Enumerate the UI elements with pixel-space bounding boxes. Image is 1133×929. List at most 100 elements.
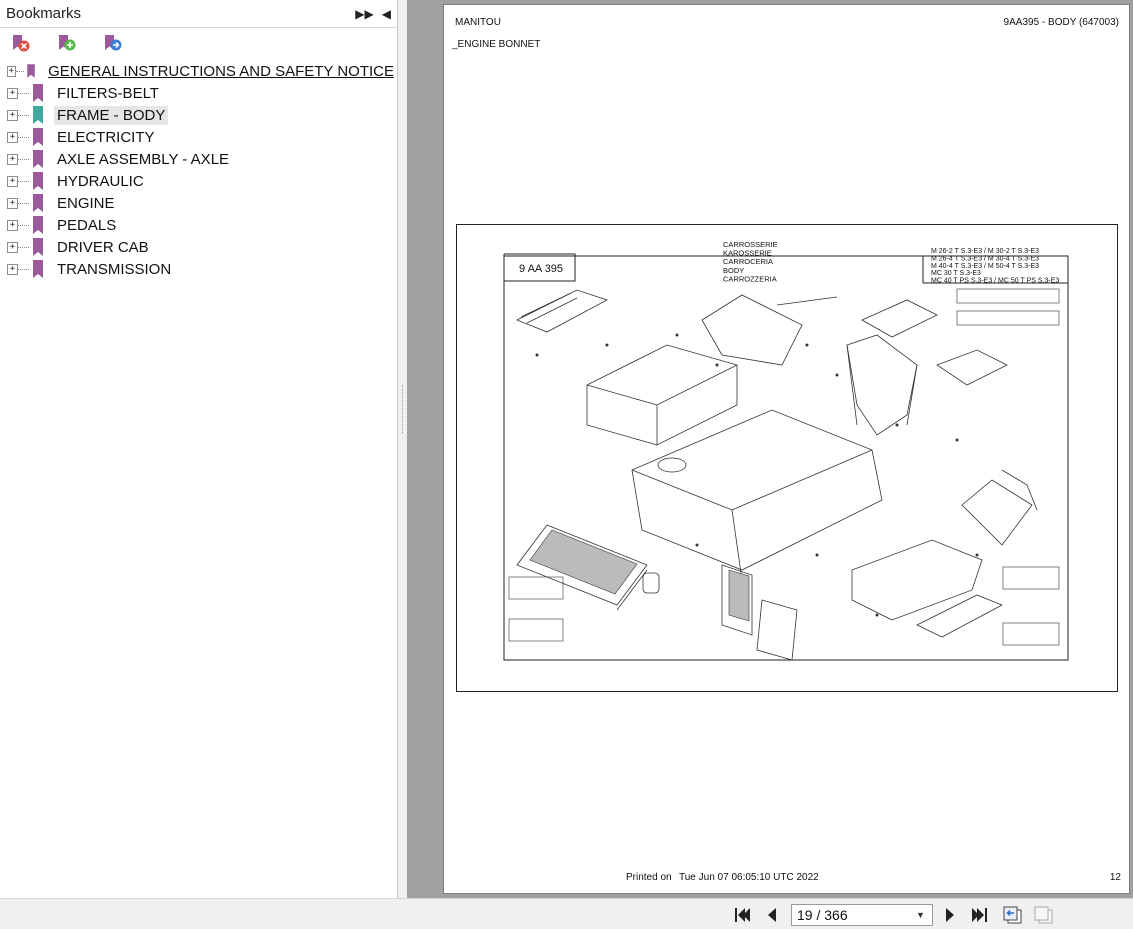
bookmark-icon [33,238,43,256]
bookmark-label: PEDALS [57,216,117,234]
next-page-icon [946,908,954,922]
printed-date: Tue Jun 07 06:05:10 UTC 2022 [679,872,819,883]
tree-connector [18,246,29,248]
drawing-model-label: MC 30 T S.3-E3 [931,270,981,277]
bookmark-item[interactable]: + DRIVER CAB [0,236,397,258]
bookmark-icon [33,260,43,278]
bookmark-label: FRAME - BODY [54,105,169,125]
previous-view-button[interactable] [1002,905,1024,925]
bookmark-label: HYDRAULIC [57,172,144,190]
page-brand: MANITOU [455,17,501,28]
panel-title: Bookmarks [6,5,82,22]
first-page-button[interactable] [732,905,752,925]
pdf-page: MANITOU 9AA395 - BODY (647003) _ENGINE B… [443,4,1130,894]
tree-connector [18,114,29,116]
collapse-panel-icon[interactable]: ◀ [382,7,391,21]
drawing-model-label: MC 40 T PS S.3-E3 / MC 50 T PS S.3-E3 [931,278,1059,285]
last-page-button[interactable] [970,905,990,925]
bookmark-item[interactable]: + AXLE ASSEMBLY - AXLE [0,148,397,170]
bookmark-label: GENERAL INSTRUCTIONS AND SAFETY NOTICE [48,62,394,80]
drawing-ref-box: 9 AA 395 [519,263,563,275]
page-number-input[interactable] [792,907,910,923]
expand-toggle-icon[interactable]: + [7,153,18,165]
splitter-grip[interactable] [402,385,404,433]
previous-page-button[interactable] [763,905,783,925]
expand-toggle-icon[interactable]: + [7,109,18,121]
expand-toggle-icon[interactable]: + [7,197,18,209]
tree-connector [15,70,25,72]
bookmark-icon [33,216,43,234]
bookmark-item[interactable]: + FILTERS-BELT [0,82,397,104]
previous-view-icon [1003,906,1022,924]
drawing-model-label: M 26-2 T S.3-E3 / M 30-2 T S.3-E3 [931,248,1039,255]
bookmarks-panel: Bookmarks ▶▶ ◀ + GENERAL INSTRUCTIONS AN… [0,0,398,898]
tree-connector [18,224,29,226]
bookmark-icon [27,64,35,78]
add-child-bookmark-icon [105,35,122,51]
page-number: 12 [1109,872,1121,883]
expand-toggle-icon[interactable]: + [7,87,18,99]
expand-toggle-icon[interactable]: + [7,263,18,275]
add-child-bookmark-button[interactable] [102,33,124,55]
bookmark-label: DRIVER CAB [57,238,149,256]
chevron-down-icon[interactable]: ▼ [916,910,925,920]
page-section-title: _ENGINE BONNET [452,39,541,50]
bookmark-item[interactable]: + ENGINE [0,192,397,214]
tree-connector [18,202,29,204]
expand-toggle-icon[interactable]: + [7,175,18,187]
delete-bookmark-button[interactable] [10,33,32,55]
bookmark-item[interactable]: + PEDALS [0,214,397,236]
bookmark-label: ENGINE [57,194,115,212]
panel-splitter[interactable] [399,0,407,898]
tree-connector [18,136,29,138]
bookmark-icon [33,150,43,168]
next-page-button[interactable] [940,905,960,925]
bookmark-toolbar [0,28,397,60]
bookmark-item[interactable]: + GENERAL INSTRUCTIONS AND SAFETY NOTICE [0,60,397,82]
add-bookmark-icon [59,35,76,51]
last-page-icon [972,908,987,922]
expand-toggle-icon[interactable]: + [7,219,18,231]
parts-diagram: 9 AA 395 CARROSSERIE KAROSSERIE CARROCERIA… [456,224,1118,692]
bookmark-item[interactable]: + ELECTRICITY [0,126,397,148]
page-doc-code: 9AA395 - BODY (647003) [1003,17,1119,28]
tree-connector [18,158,29,160]
options-menu-icon[interactable]: ▶▶ [355,7,373,21]
panel-header-buttons: ▶▶ ◀ [355,7,391,21]
add-bookmark-button[interactable] [56,33,78,55]
expand-toggle-icon[interactable]: + [7,65,16,77]
next-view-icon [1034,906,1053,924]
document-viewport[interactable]: MANITOU 9AA395 - BODY (647003) _ENGINE B… [407,0,1133,898]
page-navigation-bar: ▼ [0,898,1133,929]
bookmark-label: FILTERS-BELT [57,84,159,102]
bookmark-icon [33,128,43,146]
bookmark-label: AXLE ASSEMBLY - AXLE [57,150,230,168]
pdf-viewer: Bookmarks ▶▶ ◀ + GENERAL INSTRUCTIONS AN… [0,0,1133,929]
bookmark-label: TRANSMISSION [57,260,172,278]
drawing-model-label: M 40-4 T S.3-E3 / M 50-4 T S.3-E3 [931,263,1039,270]
panel-header: Bookmarks ▶▶ ◀ [0,0,397,28]
bookmark-label: ELECTRICITY [57,128,155,146]
tree-connector [18,92,29,94]
bookmark-icon [33,194,43,212]
next-view-button[interactable] [1033,905,1055,925]
bookmark-icon [33,106,43,124]
bookmark-icon [33,172,43,190]
exploded-view-drawing: 9 AA 395 CARROSSERIEKAROSSERIECARROCERIA… [503,240,1069,661]
expand-toggle-icon[interactable]: + [7,241,18,253]
tree-connector [18,180,29,182]
bookmark-item[interactable]: + TRANSMISSION [0,258,397,280]
first-page-icon [735,908,750,922]
delete-bookmark-icon [13,35,30,52]
bookmark-item[interactable]: + FRAME - BODY [0,104,397,126]
drawing-model-label: M 26-4 T S.3-E3 / M 30-4 T S.3-E3 [931,255,1039,262]
drawing-name-label: CARROZZERIA [723,274,777,283]
bookmark-icon [33,84,43,102]
bookmark-tree: + GENERAL INSTRUCTIONS AND SAFETY NOTICE +… [0,60,397,280]
bookmark-item[interactable]: + HYDRAULIC [0,170,397,192]
tree-connector [18,268,29,270]
page-selector[interactable]: ▼ [791,904,933,926]
previous-page-icon [768,908,776,922]
printed-label: Printed on [626,872,672,883]
expand-toggle-icon[interactable]: + [7,131,18,143]
